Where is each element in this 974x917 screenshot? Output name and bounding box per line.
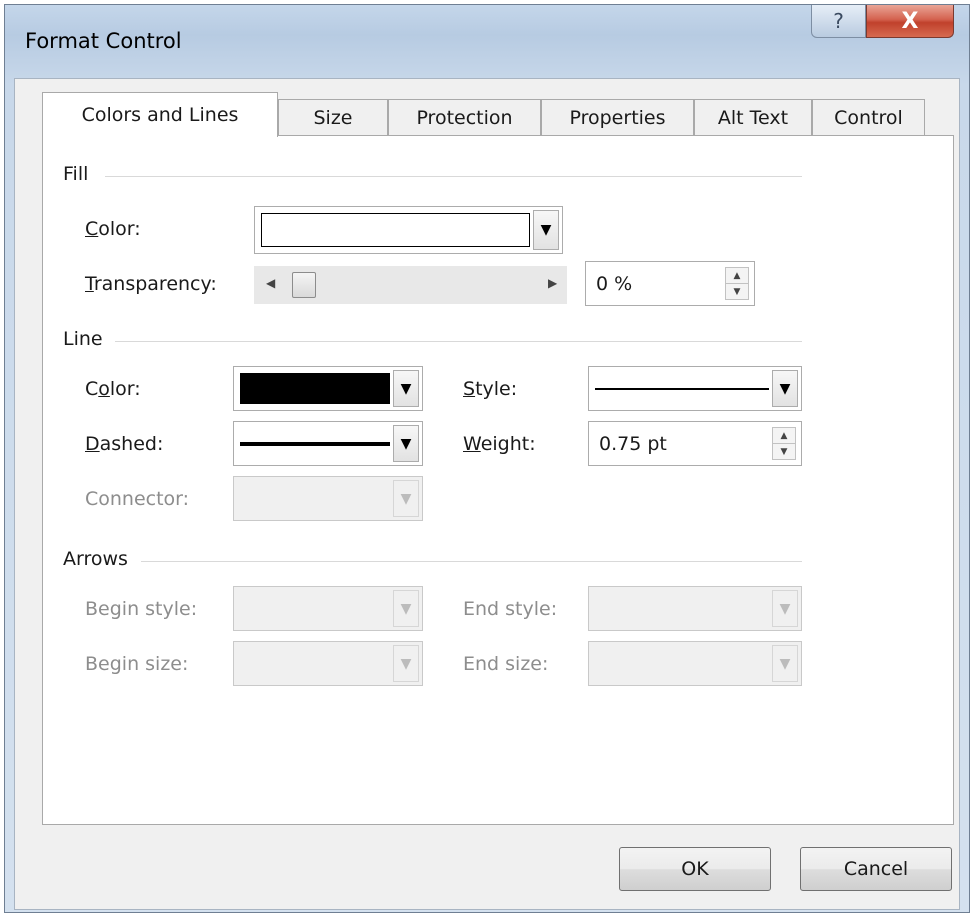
line-color-dropdown[interactable]: ▼ bbox=[233, 366, 423, 411]
tab-control[interactable]: Control bbox=[812, 99, 925, 135]
line-color-label-mnemonic: o bbox=[98, 378, 110, 400]
chevron-down-icon[interactable]: ▼ bbox=[772, 370, 798, 407]
tab-colors-and-lines[interactable]: Colors and Lines bbox=[42, 92, 278, 137]
spin-up-icon[interactable]: ▲ bbox=[773, 428, 795, 444]
slider-thumb[interactable] bbox=[292, 272, 316, 298]
chevron-down-icon[interactable]: ▼ bbox=[393, 425, 419, 462]
cancel-button[interactable]: Cancel bbox=[800, 847, 952, 891]
chevron-down-icon[interactable]: ▼ bbox=[393, 590, 419, 627]
line-color-label-prefix: C bbox=[85, 378, 99, 400]
dialog-title: Format Control bbox=[25, 29, 182, 53]
fill-color-label: Color: bbox=[85, 218, 141, 240]
line-color-swatch bbox=[240, 373, 390, 404]
dashed-label: Dashed: bbox=[85, 433, 163, 455]
begin-size-dropdown[interactable]: ▼ bbox=[233, 641, 423, 686]
fill-color-swatch bbox=[261, 213, 530, 247]
transparency-label-mnemonic: T bbox=[85, 273, 94, 295]
tab-alt-text[interactable]: Alt Text bbox=[694, 99, 812, 135]
chevron-down-icon[interactable]: ▼ bbox=[772, 645, 798, 682]
weight-spin-buttons[interactable]: ▲ ▼ bbox=[772, 427, 796, 460]
transparency-spinbox[interactable]: 0 % ▲ ▼ bbox=[585, 261, 755, 306]
transparency-label-text: ransparency: bbox=[93, 273, 217, 295]
end-size-dropdown[interactable]: ▼ bbox=[588, 641, 802, 686]
line-style-sample bbox=[595, 387, 769, 390]
arrows-group-label: Arrows bbox=[63, 548, 128, 570]
chevron-down-icon[interactable]: ▼ bbox=[393, 480, 419, 517]
weight-label-mnemonic: W bbox=[463, 433, 481, 455]
tab-protection[interactable]: Protection bbox=[388, 99, 541, 135]
line-style-label: Style: bbox=[463, 378, 517, 400]
connector-label: Connector: bbox=[85, 488, 190, 510]
spin-down-icon[interactable]: ▼ bbox=[773, 444, 795, 459]
tab-properties[interactable]: Properties bbox=[541, 99, 694, 135]
connector-dropdown[interactable]: ▼ bbox=[233, 476, 423, 521]
begin-style-label: Begin style: bbox=[85, 598, 198, 620]
end-style-dropdown[interactable]: ▼ bbox=[588, 586, 802, 631]
transparency-label: Transparency: bbox=[85, 273, 217, 295]
fill-color-label-mnemonic: C bbox=[85, 218, 99, 240]
line-group-divider bbox=[115, 341, 802, 342]
dialog-client-area: Colors and Lines Size Protection Propert… bbox=[14, 78, 960, 910]
arrows-group-divider bbox=[141, 561, 802, 562]
weight-label: Weight: bbox=[463, 433, 536, 455]
fill-color-label-text: olor: bbox=[98, 218, 141, 240]
line-group-label: Line bbox=[63, 328, 103, 350]
fill-color-dropdown[interactable]: ▼ bbox=[254, 206, 563, 254]
title-bar: Format Control ? X bbox=[5, 5, 969, 83]
transparency-slider[interactable]: ◀ ▶ bbox=[254, 266, 567, 304]
transparency-value[interactable]: 0 % bbox=[596, 273, 632, 295]
transparency-spin-buttons[interactable]: ▲ ▼ bbox=[725, 267, 749, 300]
end-size-label: End size: bbox=[463, 653, 549, 675]
line-style-dropdown[interactable]: ▼ bbox=[588, 366, 802, 411]
close-button[interactable]: X bbox=[866, 5, 954, 38]
begin-style-dropdown[interactable]: ▼ bbox=[233, 586, 423, 631]
fill-group-label: Fill bbox=[63, 163, 89, 185]
chevron-down-icon[interactable]: ▼ bbox=[772, 590, 798, 627]
help-icon: ? bbox=[833, 9, 844, 33]
begin-size-label: Begin size: bbox=[85, 653, 189, 675]
weight-value[interactable]: 0.75 pt bbox=[599, 433, 667, 455]
line-color-label-text: lor: bbox=[109, 378, 141, 400]
colors-and-lines-panel: Fill Color: ▼ Transparency: ◀ ▶ 0 % ▲ ▼ bbox=[42, 135, 954, 825]
slider-right-arrow-icon[interactable]: ▶ bbox=[548, 276, 557, 290]
line-color-label: Color: bbox=[85, 378, 141, 400]
chevron-down-icon[interactable]: ▼ bbox=[533, 210, 559, 250]
weight-spinbox[interactable]: 0.75 pt ▲ ▼ bbox=[588, 421, 802, 466]
help-button[interactable]: ? bbox=[811, 5, 866, 38]
dashed-label-mnemonic: D bbox=[85, 433, 100, 455]
chevron-down-icon[interactable]: ▼ bbox=[393, 645, 419, 682]
weight-label-text: eight: bbox=[480, 433, 536, 455]
tab-size[interactable]: Size bbox=[278, 99, 388, 135]
end-style-label: End style: bbox=[463, 598, 558, 620]
format-control-dialog: Format Control ? X Colors and Lines Size… bbox=[4, 4, 970, 913]
slider-left-arrow-icon[interactable]: ◀ bbox=[266, 276, 275, 290]
dashed-label-text: ashed: bbox=[99, 433, 164, 455]
line-style-label-text: tyle: bbox=[475, 378, 518, 400]
ok-button[interactable]: OK bbox=[619, 847, 771, 891]
fill-group-divider bbox=[105, 176, 802, 177]
close-icon: X bbox=[901, 8, 919, 34]
dashed-dropdown[interactable]: ▼ bbox=[233, 421, 423, 466]
dashed-sample bbox=[240, 441, 390, 446]
line-style-label-mnemonic: S bbox=[463, 378, 476, 400]
spin-down-icon[interactable]: ▼ bbox=[726, 284, 748, 299]
chevron-down-icon[interactable]: ▼ bbox=[393, 370, 419, 407]
spin-up-icon[interactable]: ▲ bbox=[726, 268, 748, 284]
